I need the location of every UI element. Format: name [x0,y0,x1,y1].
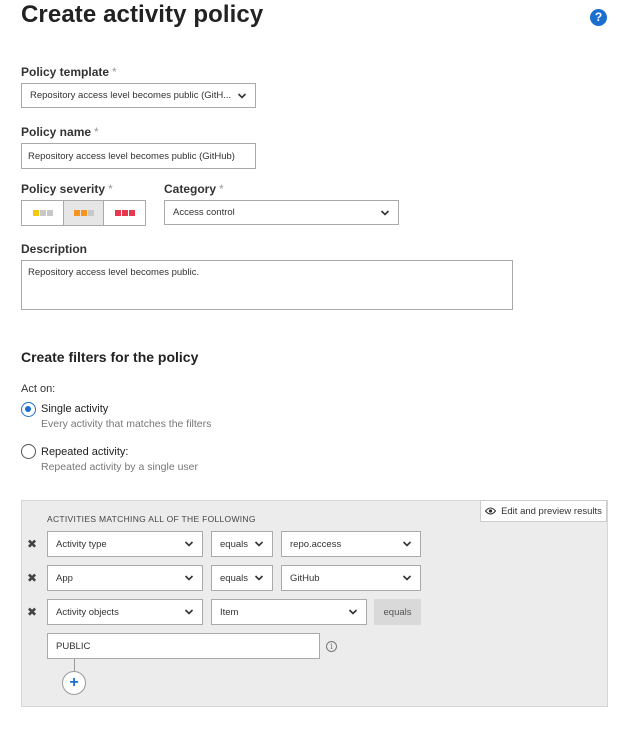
required-mark: * [108,182,113,196]
repeated-activity-radio[interactable] [21,444,36,459]
filter-field-value: Activity objects [56,606,119,618]
policy-severity-label-text: Policy severity [21,182,106,196]
chevron-down-icon [237,92,247,99]
chevron-down-icon [184,541,194,547]
panel-caption: ACTIVITIES MATCHING ALL OF THE FOLLOWING [47,514,256,524]
severity-high-square [121,210,128,216]
severity-high-square [114,210,121,216]
edit-preview-button[interactable]: Edit and preview results [480,500,607,522]
single-activity-radio[interactable] [21,402,36,417]
policy-template-label: Policy template * [21,65,117,79]
chevron-down-icon [184,575,194,581]
severity-low-option[interactable] [22,201,63,225]
edit-preview-label: Edit and preview results [501,505,602,517]
filter-field-dropdown[interactable]: Activity type [47,531,203,557]
act-on-label: Act on: [21,383,56,395]
info-icon[interactable]: i [326,641,337,652]
single-activity-title: Single activity [41,403,109,415]
filter-operator-dropdown[interactable]: equals [211,531,273,557]
filter-operator-value: equals [220,572,248,584]
remove-filter-icon[interactable]: ✖ [27,571,37,585]
filter-value-input[interactable]: PUBLIC [47,633,320,659]
filter-field-value: App [56,572,73,584]
severity-high-option[interactable] [104,201,145,225]
severity-low-square [39,210,46,216]
remove-filter-icon[interactable]: ✖ [27,605,37,619]
severity-low-square [32,210,39,216]
filter-operator-label: equals [374,599,421,625]
category-label: Category * [164,182,224,196]
policy-template-value: Repository access level becomes public (… [30,90,232,101]
policy-template-label-text: Policy template [21,65,110,79]
filter-value-input-text: PUBLIC [56,640,91,652]
filters-heading: Create filters for the policy [21,349,199,365]
chevron-down-icon [348,609,358,615]
help-icon[interactable]: ? [590,9,607,26]
required-mark: * [112,65,117,79]
filter-value-dropdown[interactable]: GitHub [281,565,421,591]
chevron-down-icon [402,575,412,581]
severity-medium-option[interactable] [63,201,104,225]
add-filter-icon[interactable]: + [62,671,86,695]
filter-value-value: repo.access [290,538,342,550]
chevron-down-icon [402,541,412,547]
category-label-text: Category [164,182,217,196]
filter-field-dropdown[interactable]: Activity objects [47,599,203,625]
chevron-down-icon [254,541,264,547]
policy-name-label: Policy name * [21,125,99,139]
filter-operator-dropdown[interactable]: equals [211,565,273,591]
policy-name-label-text: Policy name [21,125,92,139]
remove-filter-icon[interactable]: ✖ [27,537,37,551]
policy-template-dropdown[interactable]: Repository access level becomes public (… [21,83,256,108]
repeated-activity-subtitle: Repeated activity by a single user [41,461,199,473]
severity-medium-square [80,210,87,216]
description-label: Description [21,242,88,256]
chevron-down-icon [380,209,390,216]
severity-low-square [46,210,53,216]
filter-value-dropdown[interactable]: repo.access [281,531,421,557]
policy-name-input[interactable]: Repository access level becomes public (… [21,143,256,169]
category-value: Access control [173,207,235,218]
filter-value-value: GitHub [290,572,320,584]
filter-subfield-dropdown[interactable]: Item [211,599,367,625]
chevron-down-icon [184,609,194,615]
filter-subfield-value: Item [220,606,239,618]
chevron-down-icon [254,575,264,581]
eye-icon [485,507,497,515]
description-textarea[interactable]: Repository access level becomes public. [21,260,513,310]
filter-operator-value: equals [220,538,248,550]
single-activity-subtitle: Every activity that matches the filters [41,418,212,430]
severity-medium-square [87,210,94,216]
policy-name-value: Repository access level becomes public (… [28,150,235,162]
severity-high-square [128,210,135,216]
page-title: Create activity policy [21,1,264,28]
category-dropdown[interactable]: Access control [164,200,399,225]
repeated-activity-title: Repeated activity: [41,446,129,458]
severity-medium-square [73,210,80,216]
severity-selector [21,200,146,226]
policy-severity-label: Policy severity * [21,182,113,196]
filter-field-value: Activity type [56,538,107,550]
required-mark: * [219,182,224,196]
required-mark: * [94,125,99,139]
connector-line [74,659,75,671]
filter-field-dropdown[interactable]: App [47,565,203,591]
